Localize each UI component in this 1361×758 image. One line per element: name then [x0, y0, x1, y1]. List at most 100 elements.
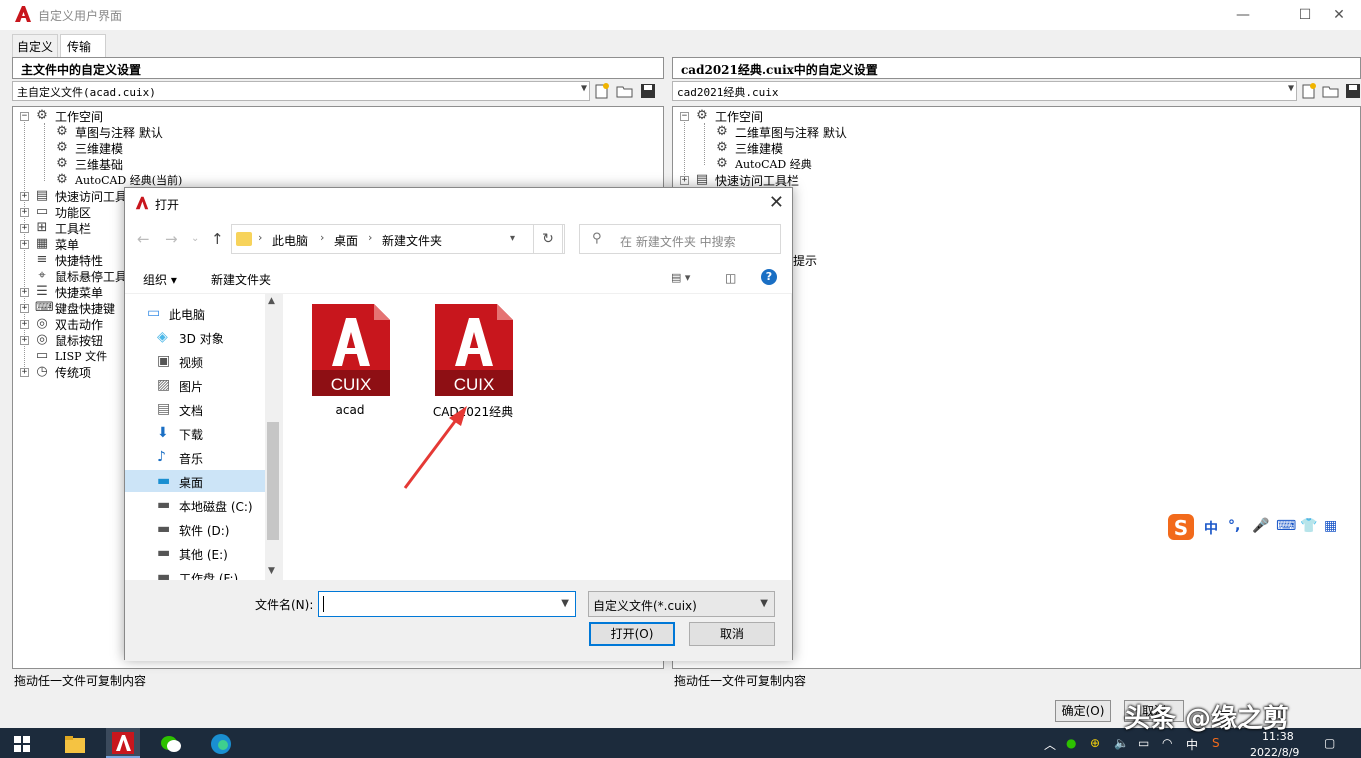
punctuation-icon[interactable]: °, — [1228, 518, 1240, 534]
minimize-button[interactable]: — — [1220, 0, 1266, 30]
windows-start-icon[interactable] — [14, 736, 30, 752]
nav-item[interactable]: ▤ 文档 — [125, 398, 265, 420]
expand-icon[interactable]: + — [20, 320, 29, 329]
new-file-icon[interactable] — [1300, 82, 1318, 100]
volume-icon[interactable]: 🔈 — [1114, 736, 1129, 750]
back-arrow-icon[interactable]: ← — [137, 230, 150, 248]
up-arrow-icon[interactable]: ↑ — [211, 230, 224, 248]
battery-icon[interactable]: ▭ — [1138, 736, 1149, 750]
nav-item[interactable]: ▨ 图片 — [125, 374, 265, 396]
open-folder-icon[interactable] — [1322, 82, 1340, 100]
apps-icon[interactable]: ▦ — [1324, 518, 1337, 534]
nav-item[interactable]: ▣ 视频 — [125, 350, 265, 372]
nav-item[interactable]: ▭ 此电脑 — [125, 302, 265, 324]
video-icon: ▣ — [157, 353, 171, 369]
tray-plus-icon[interactable]: ⊕ — [1090, 736, 1100, 750]
input-language[interactable]: 中 — [1186, 736, 1198, 753]
nav-scrollbar[interactable]: ▲ ▼ — [265, 294, 281, 580]
autocad-logo-icon — [15, 6, 31, 22]
tray-wechat-icon[interactable]: ● — [1066, 736, 1076, 750]
chevron-down-icon[interactable]: ▼ — [561, 598, 569, 609]
chevron-down-icon[interactable]: ▾ — [510, 233, 515, 244]
expand-icon[interactable]: + — [20, 288, 29, 297]
nav-item[interactable]: ⬇ 下载 — [125, 422, 265, 444]
gear-icon: ⚙ — [716, 124, 728, 139]
nav-item[interactable]: ♪ 音乐 — [125, 446, 265, 468]
computer-icon: ▭ — [147, 305, 161, 321]
expand-icon[interactable]: + — [20, 368, 29, 377]
nav-item[interactable]: ▬ 工作盘 (F:) — [125, 566, 265, 580]
collapse-icon[interactable]: − — [680, 112, 689, 121]
nav-item[interactable]: ▬ 软件 (D:) — [125, 518, 265, 540]
wechat-icon[interactable] — [160, 733, 182, 755]
gear-icon: ⚙ — [56, 172, 68, 187]
scroll-down-icon[interactable]: ▼ — [268, 566, 275, 576]
save-icon[interactable] — [639, 82, 657, 100]
dialog-nav-row: ← → ⌄ ↑ › 此电脑 › 桌面 › 新建文件夹 ▾ ↻ ⚲ 在 新建文件夹… — [125, 218, 792, 262]
notification-icon[interactable]: ▢ — [1324, 736, 1335, 750]
organize-button[interactable]: 组织 ▾ — [143, 271, 177, 288]
expand-icon[interactable]: + — [680, 176, 689, 185]
expand-icon[interactable]: + — [20, 192, 29, 201]
microphone-icon[interactable]: 🎤 — [1252, 518, 1269, 534]
ok-button[interactable]: 确定(O) — [1055, 700, 1111, 722]
search-placeholder: 在 新建文件夹 中搜索 — [620, 235, 736, 249]
annotation-arrow-icon — [403, 406, 467, 489]
nav-item[interactable]: ▬ 本地磁盘 (C:) — [125, 494, 265, 516]
wifi-icon[interactable]: ◠ — [1162, 736, 1172, 750]
ime-mode[interactable]: 中 — [1204, 518, 1218, 538]
expand-icon[interactable]: + — [20, 224, 29, 233]
nav-item[interactable]: ▬ 其他 (E:) — [125, 542, 265, 564]
file-explorer-icon[interactable] — [64, 733, 86, 755]
filetype-select[interactable]: 自定义文件(*.cuix) ▼ — [588, 591, 775, 617]
nav-item[interactable]: ◈ 3D 对象 — [125, 326, 265, 348]
tab-transfer[interactable]: 传输 — [60, 34, 107, 59]
open-folder-icon[interactable] — [616, 82, 634, 100]
recent-dropdown-icon[interactable]: ⌄ — [191, 233, 199, 244]
breadcrumb-this-pc[interactable]: 此电脑 — [272, 232, 308, 249]
forward-arrow-icon[interactable]: → — [165, 230, 178, 248]
scroll-up-icon[interactable]: ▲ — [268, 296, 275, 306]
window-title: 自定义用户界面 — [38, 9, 123, 23]
right-panel-header: cad2021经典.cuix中的自定义设置 — [672, 57, 1361, 79]
skin-icon[interactable]: 👕 — [1300, 518, 1317, 534]
expand-icon[interactable]: + — [20, 240, 29, 249]
new-file-icon[interactable] — [593, 82, 611, 100]
ime-toolbar[interactable]: S 中 °, 🎤 ⌨ 👕 ▦ — [1164, 511, 1344, 543]
dialog-close-button[interactable]: ✕ — [769, 192, 784, 213]
filename-input[interactable]: ▼ — [318, 591, 576, 617]
preview-pane-icon[interactable]: ◫ — [725, 271, 736, 285]
nav-item[interactable]: ▬ 桌面 — [125, 470, 265, 492]
left-file-combo[interactable]: 主自定义文件(acad.cuix) ▼ — [12, 81, 590, 101]
search-input[interactable]: ⚲ 在 新建文件夹 中搜索 — [579, 224, 781, 254]
keyboard-icon[interactable]: ⌨ — [1276, 518, 1296, 534]
dialog-title: 打开 — [155, 198, 180, 212]
save-icon[interactable] — [1344, 82, 1361, 100]
refresh-button[interactable]: ↻ — [533, 224, 563, 254]
breadcrumb-new-folder[interactable]: 新建文件夹 — [382, 232, 442, 249]
expand-icon[interactable]: + — [20, 304, 29, 313]
dialog-cancel-button[interactable]: 取消 — [689, 622, 775, 646]
sogou-tray-icon[interactable]: S — [1212, 736, 1220, 750]
edge-browser-icon[interactable] — [210, 733, 232, 755]
tab-customize[interactable]: 自定义 — [12, 34, 59, 58]
scroll-thumb[interactable] — [267, 422, 279, 540]
taskbar-autocad-active[interactable] — [106, 728, 140, 758]
help-icon[interactable]: ? — [761, 269, 777, 285]
expand-icon[interactable]: + — [20, 336, 29, 345]
view-options-icon[interactable]: ▤ ▾ — [671, 271, 690, 284]
clock-date[interactable]: 2022/8/9 — [1250, 746, 1299, 758]
expand-icon[interactable]: + — [20, 208, 29, 217]
tray-expand-icon[interactable]: ︿ — [1044, 736, 1056, 753]
picture-icon: ▨ — [157, 377, 171, 393]
new-folder-button[interactable]: 新建文件夹 — [211, 271, 271, 288]
address-bar[interactable]: › 此电脑 › 桌面 › 新建文件夹 ▾ — [231, 224, 565, 254]
ribbon-icon: ▭ — [35, 204, 49, 219]
close-button[interactable]: ✕ — [1316, 0, 1361, 30]
collapse-icon[interactable]: − — [20, 112, 29, 121]
nav-item-label: 本地磁盘 (C:) — [179, 500, 253, 514]
right-file-combo[interactable]: cad2021经典.cuix ▼ — [672, 81, 1297, 101]
breadcrumb-desktop[interactable]: 桌面 — [334, 232, 358, 249]
open-button[interactable]: 打开(O) — [589, 622, 675, 646]
right-file-combo-value: cad2021经典.cuix — [677, 86, 779, 99]
